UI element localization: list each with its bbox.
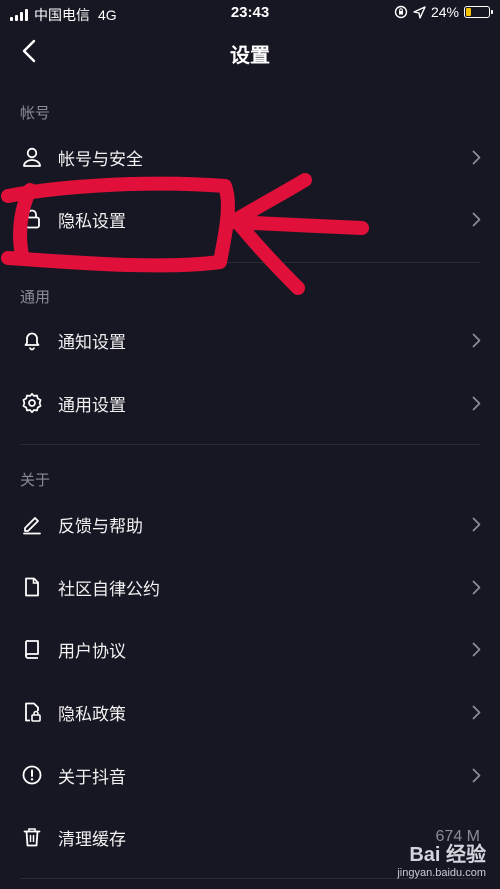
settings-row-about[interactable]: 关于抖音: [0, 744, 500, 806]
bell-icon: [20, 328, 44, 352]
settings-row-privacy[interactable]: 隐私设置: [0, 188, 500, 250]
battery-icon: [464, 6, 493, 18]
settings-row-privacy-policy[interactable]: 隐私政策: [0, 681, 500, 743]
chevron-right-icon: [470, 766, 482, 784]
section-header-general: 通用: [20, 289, 51, 306]
chevron-right-icon: [470, 703, 482, 721]
watermark: Bai 经验 jingyan.baidu.com: [397, 838, 486, 879]
status-right: 24%: [394, 4, 493, 20]
section-divider: [20, 444, 480, 445]
row-label: 隐私设置: [58, 211, 126, 231]
status-bar: 中国电信 4G 23:43 24%: [0, 0, 500, 26]
watermark-url: jingyan.baidu.com: [397, 867, 486, 879]
settings-row-notifications[interactable]: 通知设置: [0, 309, 500, 371]
chevron-right-icon: [470, 331, 482, 349]
settings-row-user-agreement[interactable]: 用户协议: [0, 618, 500, 680]
lock-icon: [20, 207, 44, 231]
row-label: 通知设置: [58, 332, 126, 352]
page-title: 设置: [230, 45, 270, 67]
row-label: 通用设置: [58, 395, 126, 415]
settings-row-community-guidelines[interactable]: 社区自律公约: [0, 556, 500, 618]
row-label: 用户协议: [58, 641, 126, 661]
gear-icon: [20, 391, 44, 415]
row-label: 隐私政策: [58, 704, 126, 724]
row-label: 清理缓存: [58, 829, 126, 849]
chevron-right-icon: [470, 394, 482, 412]
row-label: 帐号与安全: [58, 149, 143, 169]
edit-icon: [20, 512, 44, 536]
orientation-lock-icon: [394, 5, 408, 19]
book-icon: [20, 637, 44, 661]
row-label: 反馈与帮助: [58, 516, 143, 536]
nav-bar: 设置: [0, 26, 500, 76]
chevron-right-icon: [470, 210, 482, 228]
battery-percent: 24%: [430, 4, 459, 20]
location-icon: [413, 5, 426, 19]
battery-fill: [466, 8, 472, 16]
settings-row-general[interactable]: 通用设置: [0, 372, 500, 434]
info-icon: [20, 763, 44, 787]
settings-row-account-security[interactable]: 帐号与安全: [0, 126, 500, 188]
lock-document-icon: [20, 700, 44, 724]
user-icon: [20, 145, 44, 169]
row-label: 社区自律公约: [58, 579, 160, 599]
section-divider: [20, 262, 480, 263]
row-label: 关于抖音: [58, 767, 126, 787]
section-header-about: 关于: [20, 472, 51, 489]
chevron-right-icon: [470, 148, 482, 166]
chevron-right-icon: [470, 640, 482, 658]
trash-icon: [20, 825, 44, 849]
settings-row-feedback[interactable]: 反馈与帮助: [0, 493, 500, 555]
document-icon: [20, 575, 44, 599]
chevron-right-icon: [470, 578, 482, 596]
section-header-account: 帐号: [20, 105, 51, 122]
chevron-right-icon: [470, 515, 482, 533]
watermark-brand: Bai 经验: [409, 844, 486, 866]
